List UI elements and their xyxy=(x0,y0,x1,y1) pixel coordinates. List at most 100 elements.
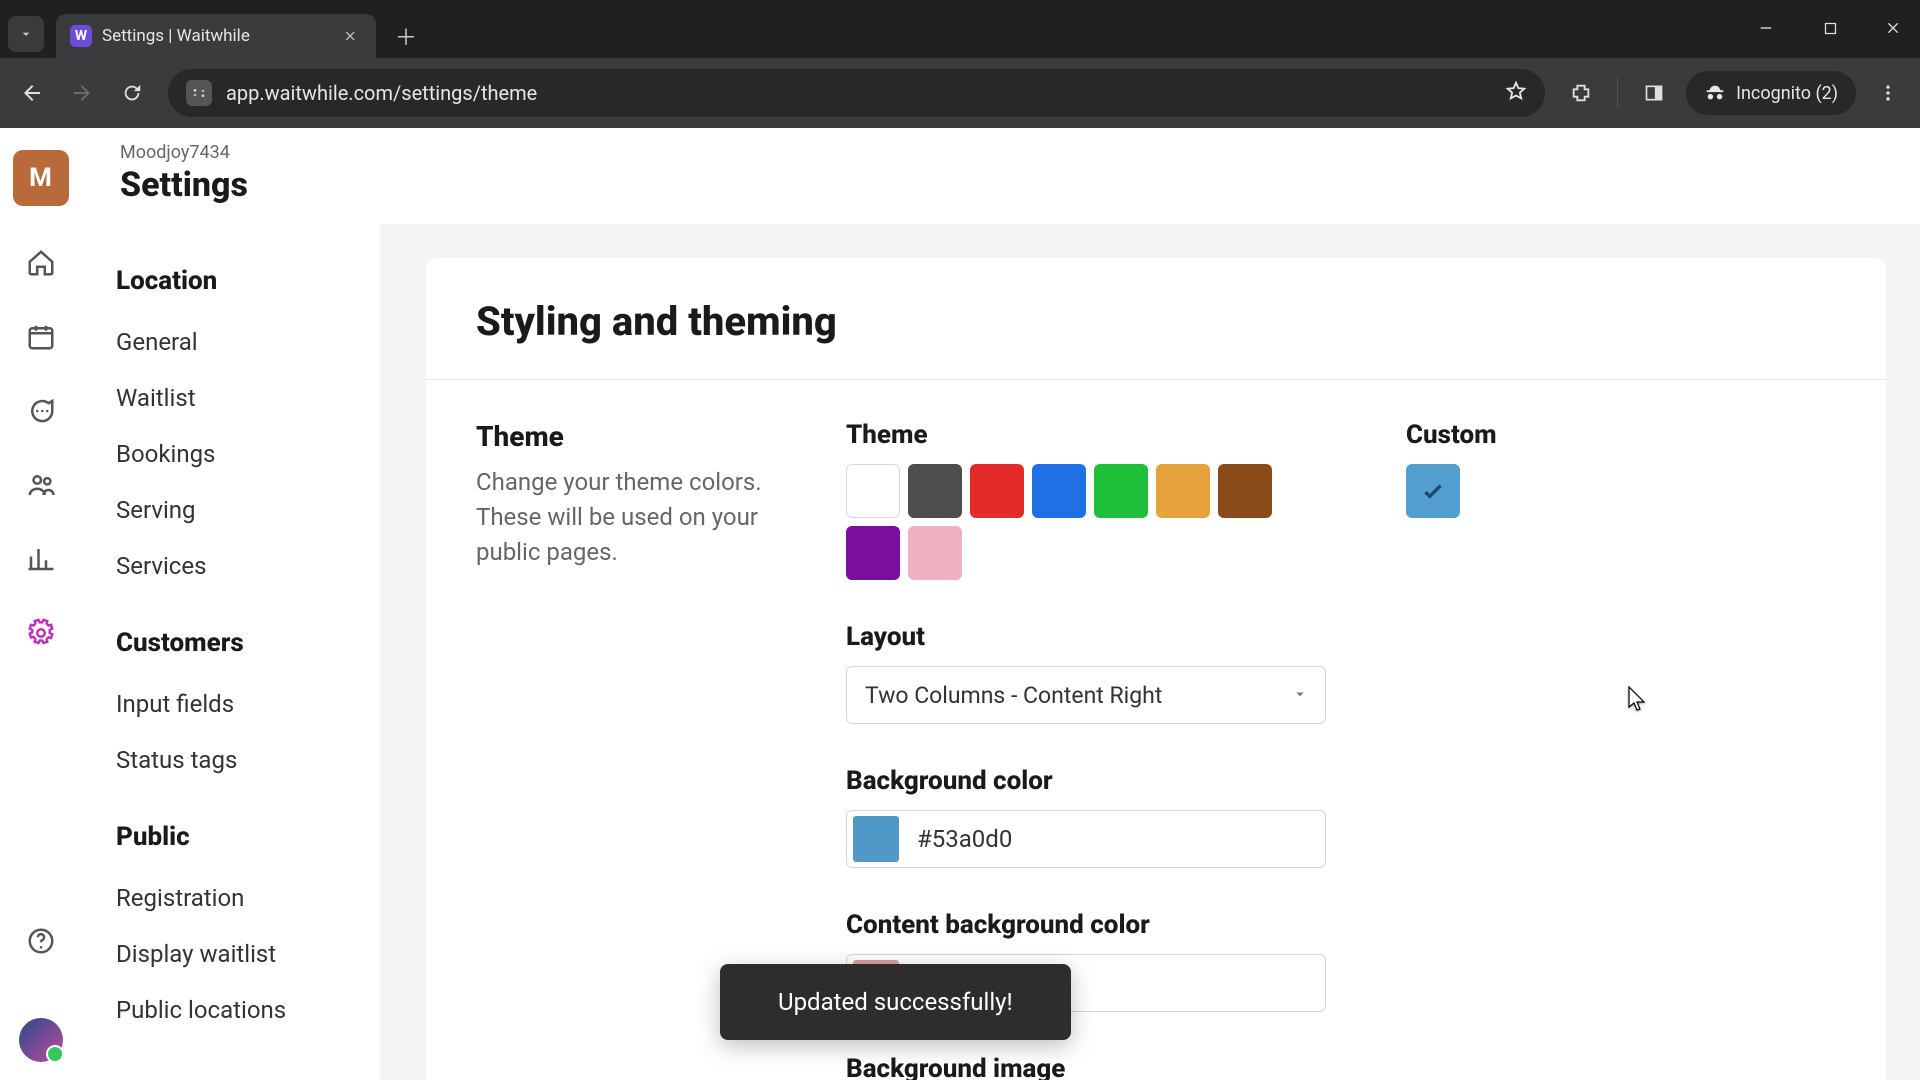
theme-swatch-dark[interactable] xyxy=(908,464,962,518)
content-area: Styling and theming Theme Change your th… xyxy=(382,224,1920,1080)
kebab-icon xyxy=(1878,83,1898,103)
layout-select[interactable]: Two Columns - Content Right xyxy=(846,666,1326,724)
arrow-right-icon xyxy=(70,81,94,105)
sidepanel-button[interactable] xyxy=(1632,71,1676,115)
window-minimize-button[interactable] xyxy=(1748,10,1784,46)
theme-section-heading: Theme xyxy=(476,420,806,453)
rail-settings[interactable] xyxy=(24,616,58,650)
bg-image-label: Background image xyxy=(846,1054,1366,1080)
sidenav-item-bookings[interactable]: Bookings xyxy=(116,426,353,482)
sidenav-item-public-locations[interactable]: Public locations xyxy=(116,982,353,1038)
rail-people[interactable] xyxy=(24,468,58,502)
bg-color-field[interactable] xyxy=(846,810,1326,868)
sidenav-item-display-waitlist[interactable]: Display waitlist xyxy=(116,926,353,982)
gear-icon xyxy=(26,618,56,648)
incognito-icon xyxy=(1704,82,1726,104)
tab-strip: W Settings | Waitwhile ＋ xyxy=(0,0,1920,58)
user-avatar[interactable] xyxy=(19,1018,63,1062)
theme-row: Theme Change your theme colors. These wi… xyxy=(476,420,1836,1080)
star-icon xyxy=(1505,80,1527,102)
calendar-icon xyxy=(26,322,56,352)
theme-swatch-white[interactable] xyxy=(846,464,900,518)
people-icon xyxy=(26,470,56,500)
theme-swatch-brown[interactable] xyxy=(1218,464,1272,518)
theme-swatches xyxy=(846,464,1276,580)
rail-help[interactable] xyxy=(24,924,58,958)
sidenav-group-location: Location xyxy=(116,266,353,296)
extensions-button[interactable] xyxy=(1559,71,1603,115)
content-bg-label: Content background color xyxy=(846,910,1366,940)
tab-close-button[interactable] xyxy=(340,25,362,47)
sidenav-item-input-fields[interactable]: Input fields xyxy=(116,676,353,732)
browser-chrome: W Settings | Waitwhile ＋ app.waitwhile.c… xyxy=(0,0,1920,128)
window-controls xyxy=(1748,10,1912,46)
sidenav-item-status-tags[interactable]: Status tags xyxy=(116,732,353,788)
address-bar: app.waitwhile.com/settings/theme Incogni… xyxy=(0,58,1920,128)
theme-swatch-red[interactable] xyxy=(970,464,1024,518)
browser-tab[interactable]: W Settings | Waitwhile xyxy=(56,14,376,58)
custom-swatch-selected[interactable] xyxy=(1406,464,1460,518)
toolbar-right: Incognito (2) xyxy=(1559,71,1910,115)
app: M Moodjoy7434 Settings Location General … xyxy=(0,128,1920,1080)
card-title: Styling and theming xyxy=(476,298,1836,345)
theme-swatch-blue[interactable] xyxy=(1032,464,1086,518)
bar-chart-icon xyxy=(26,544,56,574)
tabs-dropdown[interactable] xyxy=(8,16,44,52)
page-header: Moodjoy7434 Settings xyxy=(120,142,248,205)
layout-value: Two Columns - Content Right xyxy=(865,682,1162,709)
custom-label: Custom xyxy=(1406,420,1836,450)
window-close-button[interactable] xyxy=(1876,10,1912,46)
rail-calendar[interactable] xyxy=(24,320,58,354)
omnibox[interactable]: app.waitwhile.com/settings/theme xyxy=(168,69,1545,117)
sidenav-item-services[interactable]: Services xyxy=(116,538,353,594)
window-maximize-button[interactable] xyxy=(1812,10,1848,46)
sidenav-item-waitlist[interactable]: Waitlist xyxy=(116,370,353,426)
favicon-icon: W xyxy=(70,25,92,47)
layout-label: Layout xyxy=(846,622,1366,652)
toast: Updated successfully! xyxy=(720,964,1071,1040)
card-divider xyxy=(426,379,1886,380)
sidenav-group-public: Public xyxy=(116,822,353,852)
theme-swatch-green[interactable] xyxy=(1094,464,1148,518)
custom-swatches xyxy=(1406,464,1836,518)
rail-analytics[interactable] xyxy=(24,542,58,576)
sidenav-item-serving[interactable]: Serving xyxy=(116,482,353,538)
nav-back-button[interactable] xyxy=(10,71,54,115)
chat-icon xyxy=(26,396,56,426)
rail-chat[interactable] xyxy=(24,394,58,428)
nav-reload-button[interactable] xyxy=(110,71,154,115)
incognito-label: Incognito (2) xyxy=(1736,83,1838,104)
home-icon xyxy=(26,248,56,278)
toast-text: Updated successfully! xyxy=(778,988,1013,1016)
settings-card: Styling and theming Theme Change your th… xyxy=(426,258,1886,1080)
browser-menu-button[interactable] xyxy=(1866,71,1910,115)
theme-swatch-pink[interactable] xyxy=(908,526,962,580)
theme-swatch-orange[interactable] xyxy=(1156,464,1210,518)
chevron-down-icon xyxy=(18,26,34,42)
help-icon xyxy=(26,926,56,956)
theme-swatch-purple[interactable] xyxy=(846,526,900,580)
bg-color-input[interactable] xyxy=(917,825,1307,853)
sidenav-item-general[interactable]: General xyxy=(116,314,353,370)
nav-rail: M xyxy=(0,128,82,1080)
page-title: Settings xyxy=(120,165,248,205)
org-logo[interactable]: M xyxy=(13,150,69,206)
sidenav-group-customers: Customers xyxy=(116,628,353,658)
url-text: app.waitwhile.com/settings/theme xyxy=(226,81,537,105)
bg-color-chip[interactable] xyxy=(853,816,899,862)
incognito-indicator[interactable]: Incognito (2) xyxy=(1686,71,1856,115)
close-icon xyxy=(1886,20,1902,36)
settings-sidenav[interactable]: Location General Waitlist Bookings Servi… xyxy=(82,224,382,1080)
bg-color-label: Background color xyxy=(846,766,1366,796)
rail-home[interactable] xyxy=(24,246,58,280)
tab-title: Settings | Waitwhile xyxy=(102,26,250,46)
theme-label: Theme xyxy=(846,420,1366,450)
new-tab-button[interactable]: ＋ xyxy=(388,18,424,54)
nav-forward-button[interactable] xyxy=(60,71,104,115)
bookmark-button[interactable] xyxy=(1505,80,1527,107)
maximize-icon xyxy=(1823,21,1838,36)
org-name: Moodjoy7434 xyxy=(120,142,248,163)
site-settings-icon[interactable] xyxy=(186,80,212,106)
minimize-icon xyxy=(1758,20,1774,36)
sidenav-item-registration[interactable]: Registration xyxy=(116,870,353,926)
